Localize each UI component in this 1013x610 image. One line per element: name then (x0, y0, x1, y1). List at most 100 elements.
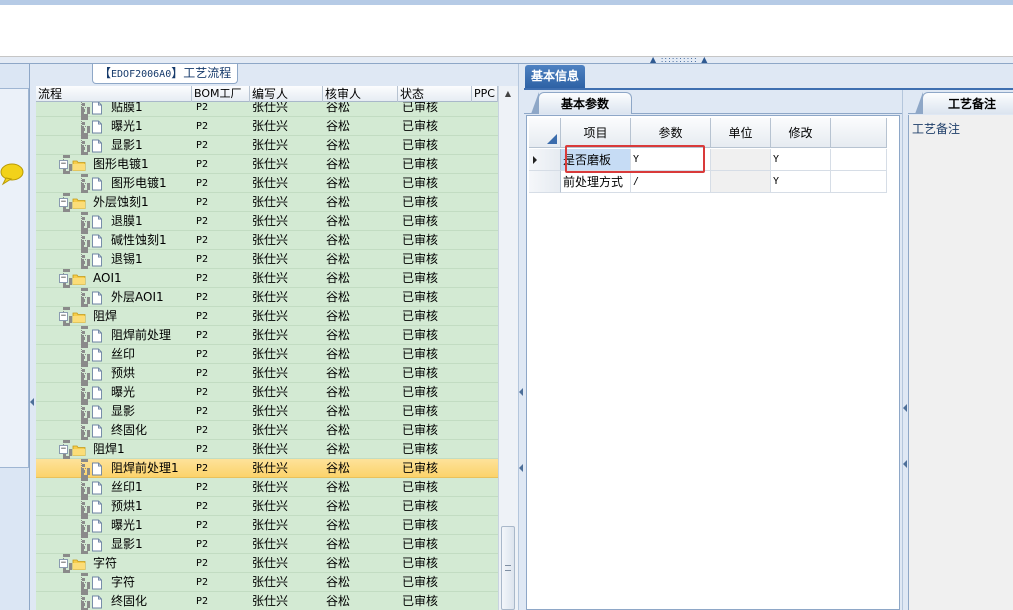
grid-header-param[interactable]: 参数 (631, 118, 711, 148)
column-header-writer[interactable]: 编写人 (250, 86, 323, 102)
tree-node-label[interactable]: 字符 (93, 554, 117, 573)
tree-row[interactable]: 终固化 P2 张仕兴 谷松 已审核 (36, 592, 498, 610)
tree-node-label[interactable]: 显影1 (111, 535, 143, 554)
collapse-node-icon[interactable]: − (59, 312, 68, 321)
tree-row[interactable]: 贴膜1 P2 张仕兴 谷松 已审核 (36, 102, 498, 117)
tree-node-label[interactable]: AOI1 (93, 269, 122, 288)
tree-node-label[interactable]: 阻焊前处理 (111, 326, 171, 345)
collapse-node-icon[interactable]: − (59, 198, 68, 207)
tree-row[interactable]: − 外层蚀刻1 P2 张仕兴 谷松 已审核 (36, 193, 498, 212)
grid-header-modify[interactable]: 修改 (771, 118, 831, 148)
tree-row[interactable]: 显影1 P2 张仕兴 谷松 已审核 (36, 136, 498, 155)
tree-row[interactable]: 显影 P2 张仕兴 谷松 已审核 (36, 402, 498, 421)
cell-modify[interactable]: Y (771, 149, 831, 171)
scroll-thumb[interactable] (501, 526, 515, 610)
tree-node-label[interactable]: 曝光 (111, 383, 135, 402)
column-header-reviewer[interactable]: 核审人 (323, 86, 398, 102)
tree-node-label[interactable]: 预烘 (111, 364, 135, 383)
collapse-arrow-icon[interactable] (903, 460, 907, 468)
tree-row[interactable]: 退膜1 P2 张仕兴 谷松 已审核 (36, 212, 498, 231)
tree-node-label[interactable]: 退锡1 (111, 250, 143, 269)
tree-node-label[interactable]: 阻焊 (93, 307, 117, 326)
tree-node-label[interactable]: 丝印1 (111, 478, 143, 497)
tree-connector-line (81, 468, 90, 472)
tab-process-notes[interactable]: 工艺备注 (915, 92, 1013, 114)
collapse-node-icon[interactable]: − (59, 559, 68, 568)
cell-modify[interactable]: Y (771, 171, 831, 193)
collapse-arrow-icon[interactable] (519, 464, 523, 472)
tree-row[interactable]: 图形电镀1 P2 张仕兴 谷松 已审核 (36, 174, 498, 193)
tree-row[interactable]: 曝光 P2 张仕兴 谷松 已审核 (36, 383, 498, 402)
cell-param[interactable]: / (631, 171, 711, 193)
tree-node-label[interactable]: 退膜1 (111, 212, 143, 231)
tree-row[interactable]: 曝光1 P2 张仕兴 谷松 已审核 (36, 516, 498, 535)
tree-node-label[interactable]: 曝光1 (111, 516, 143, 535)
tree-node-label[interactable]: 阻焊前处理1 (111, 459, 179, 478)
tree-row[interactable]: 终固化 P2 张仕兴 谷松 已审核 (36, 421, 498, 440)
row-header[interactable] (529, 171, 561, 193)
tree-row[interactable]: 阻焊前处理 P2 张仕兴 谷松 已审核 (36, 326, 498, 345)
row-header[interactable] (529, 149, 561, 171)
column-header-bom-factory[interactable]: BOM工厂 (192, 86, 250, 102)
tree-row[interactable]: − 阻焊 P2 张仕兴 谷松 已审核 (36, 307, 498, 326)
tree-row[interactable]: 丝印1 P2 张仕兴 谷松 已审核 (36, 478, 498, 497)
splitter-grip-icon[interactable]: ▲ :::::::::: ▲ (650, 56, 708, 64)
column-header-status[interactable]: 状态 (398, 86, 472, 102)
collapse-node-icon[interactable]: − (59, 445, 68, 454)
grid-header-item[interactable]: 项目 (561, 118, 631, 148)
tree-node-label[interactable]: 图形电镀1 (93, 155, 149, 174)
collapse-left-arrow-icon[interactable] (30, 398, 34, 406)
tree-row[interactable]: 退锡1 P2 张仕兴 谷松 已审核 (36, 250, 498, 269)
tree-node-label[interactable]: 显影1 (111, 136, 143, 155)
scroll-up-arrow-icon[interactable]: ▲ (501, 88, 515, 100)
tree-row[interactable]: 阻焊前处理1 P2 张仕兴 谷松 已审核 (36, 459, 498, 478)
collapse-arrow-icon[interactable] (903, 404, 907, 412)
tree-node-label[interactable]: 丝印 (111, 345, 135, 364)
tree-node-label[interactable]: 碱性蚀刻1 (111, 231, 167, 250)
cell-reviewer: 谷松 (326, 461, 351, 475)
tab-basic-info[interactable]: 基本信息 (525, 65, 586, 88)
tree-node-label[interactable]: 字符 (111, 573, 135, 592)
tree-node-label[interactable]: 外层蚀刻1 (93, 193, 149, 212)
tree-node-label[interactable]: 外层AOI1 (111, 288, 164, 307)
tab-basic-params[interactable]: 基本参数 (531, 92, 632, 114)
tree-row[interactable]: − 图形电镀1 P2 张仕兴 谷松 已审核 (36, 155, 498, 174)
grid-select-all[interactable] (529, 118, 561, 148)
collapse-arrow-icon[interactable] (519, 388, 523, 396)
tree-row[interactable]: 外层AOI1 P2 张仕兴 谷松 已审核 (36, 288, 498, 307)
tree-node-label[interactable]: 阻焊1 (93, 440, 125, 459)
cell-reviewer: 谷松 (326, 252, 351, 266)
tree-node-label[interactable]: 终固化 (111, 592, 147, 610)
tree-row[interactable]: 碱性蚀刻1 P2 张仕兴 谷松 已审核 (36, 231, 498, 250)
tree-row[interactable]: 字符 P2 张仕兴 谷松 已审核 (36, 573, 498, 592)
cell-unit[interactable] (711, 171, 771, 193)
tree-row[interactable]: 预烘 P2 张仕兴 谷松 已审核 (36, 364, 498, 383)
tree-row[interactable]: 显影1 P2 张仕兴 谷松 已审核 (36, 535, 498, 554)
grid-row[interactable]: 前处理方式 / Y (529, 171, 899, 193)
column-header-ppc[interactable]: PPC (472, 86, 498, 102)
tree-node-label[interactable]: 预烘1 (111, 497, 143, 516)
tree-node-label[interactable]: 图形电镀1 (111, 174, 167, 193)
notes-area[interactable]: 工艺备注 (908, 115, 1013, 610)
cell-reviewer: 谷松 (326, 575, 351, 589)
collapse-node-icon[interactable]: − (59, 160, 68, 169)
chat-bubble-icon[interactable] (0, 162, 24, 186)
column-header-process[interactable]: 流程 (36, 86, 192, 102)
tree-row[interactable]: − 字符 P2 张仕兴 谷松 已审核 (36, 554, 498, 573)
tree-vertical-scrollbar[interactable]: ▲ (498, 86, 518, 610)
cell-bom-factory: P2 (196, 482, 209, 493)
tree-row[interactable]: − AOI1 P2 张仕兴 谷松 已审核 (36, 269, 498, 288)
tree-node-label[interactable]: 曝光1 (111, 117, 143, 136)
tree-node-label[interactable]: 贴膜1 (111, 102, 143, 117)
tree-row[interactable]: 丝印 P2 张仕兴 谷松 已审核 (36, 345, 498, 364)
cell-unit[interactable] (711, 149, 771, 171)
tree-node-label[interactable]: 终固化 (111, 421, 147, 440)
tree-node-label[interactable]: 显影 (111, 402, 135, 421)
horizontal-splitter[interactable] (0, 57, 1013, 64)
grid-header-unit[interactable]: 单位 (711, 118, 771, 148)
cell-item[interactable]: 前处理方式 (561, 171, 631, 193)
tree-row[interactable]: 曝光1 P2 张仕兴 谷松 已审核 (36, 117, 498, 136)
tree-row[interactable]: 预烘1 P2 张仕兴 谷松 已审核 (36, 497, 498, 516)
tree-row[interactable]: − 阻焊1 P2 张仕兴 谷松 已审核 (36, 440, 498, 459)
collapse-node-icon[interactable]: − (59, 274, 68, 283)
